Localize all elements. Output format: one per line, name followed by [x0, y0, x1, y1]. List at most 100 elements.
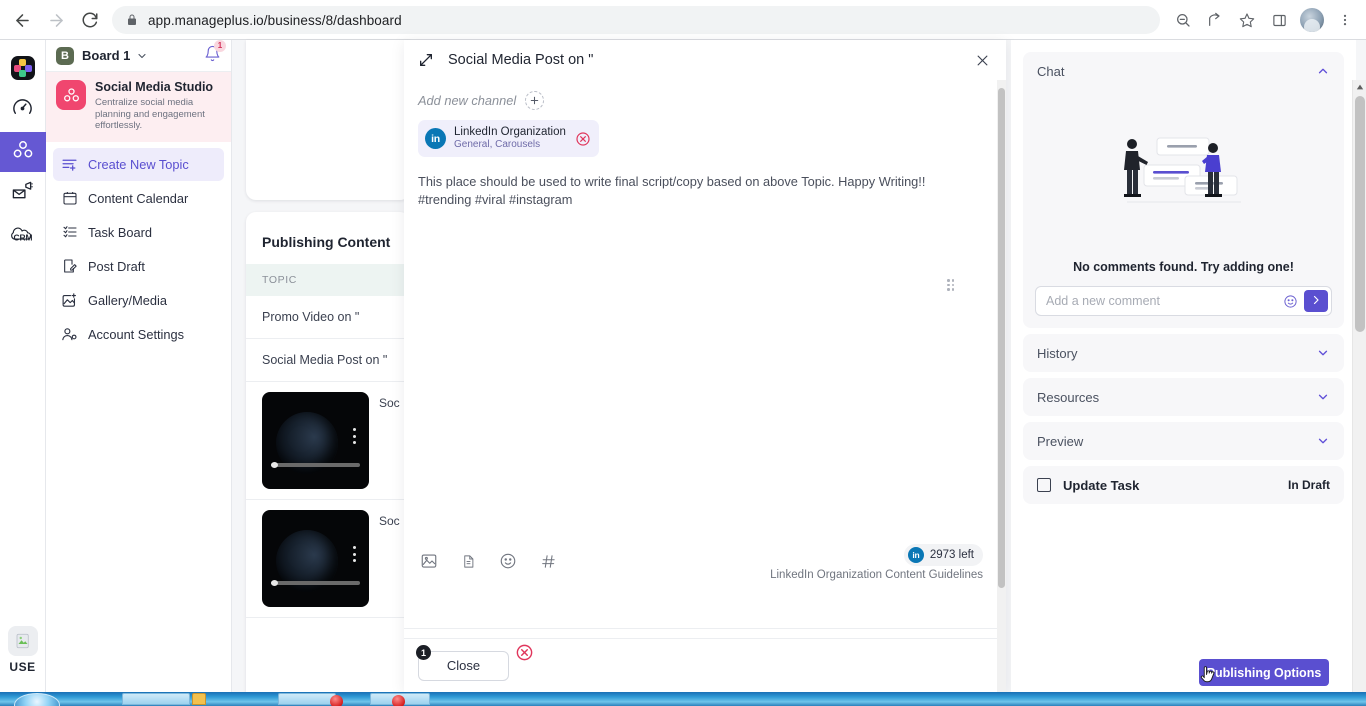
sidebar-item-gallery-media[interactable]: Gallery/Media — [53, 284, 224, 317]
notifications-button[interactable]: 1 — [204, 39, 226, 67]
modal-scrollbar-thumb[interactable] — [998, 88, 1005, 588]
video-progress-bar[interactable] — [271, 462, 360, 468]
close-x-icon[interactable] — [975, 53, 990, 68]
left-navigation-panel: B Board 1 1 Social Media Studio Centrali… — [46, 39, 232, 692]
section-header-chat[interactable]: Chat — [1023, 52, 1344, 90]
taskbar-app-icon[interactable] — [392, 695, 405, 706]
close-button[interactable]: Close — [418, 650, 509, 681]
board-badge: B — [56, 46, 74, 65]
board-selector[interactable]: B Board 1 1 — [46, 39, 231, 72]
start-button[interactable] — [14, 693, 60, 706]
table-row[interactable]: Soc — [246, 500, 410, 618]
two-people-chat-bubbles-illustration — [1035, 90, 1332, 260]
comment-input[interactable] — [1046, 294, 1283, 308]
post-editor-text[interactable]: This place should be used to write final… — [404, 157, 944, 209]
emoji-icon[interactable] — [499, 552, 517, 575]
molecule-icon — [11, 138, 35, 167]
document-icon[interactable] — [461, 553, 476, 575]
status-badge: In Draft — [1288, 478, 1330, 492]
zoom-out-icon[interactable] — [1168, 5, 1198, 35]
page-scrollbar-thumb[interactable] — [1355, 96, 1365, 332]
add-channel-row: Add new channel — [404, 80, 1006, 110]
chevron-up-icon[interactable] — [1316, 64, 1330, 78]
comment-input-box[interactable] — [1035, 286, 1332, 316]
speedometer-icon — [11, 96, 34, 124]
app-logo[interactable] — [0, 48, 46, 88]
account-settings-icon — [61, 326, 78, 343]
remove-circle-icon[interactable] — [575, 131, 591, 147]
hashtag-icon[interactable] — [540, 553, 557, 575]
chevron-down-icon[interactable] — [136, 50, 148, 62]
sidebar-item-content-calendar[interactable]: Content Calendar — [53, 182, 224, 215]
chat-empty-message: No comments found. Try adding one! — [1073, 260, 1294, 274]
topic-cell: Social Media Post on " — [262, 353, 388, 367]
editor-toolbar-row: in 2973 left LinkedIn Organization Conte… — [404, 542, 1006, 602]
video-thumbnail[interactable] — [262, 392, 369, 489]
sidebar-item-account-settings[interactable]: Account Settings — [53, 318, 224, 351]
rail-item-social-media-studio[interactable] — [0, 132, 46, 172]
reload-icon[interactable] — [74, 4, 106, 36]
side-panel-icon[interactable] — [1264, 5, 1294, 35]
profile-avatar[interactable] — [1300, 8, 1324, 32]
video-thumbnail[interactable] — [262, 510, 369, 607]
chevron-down-icon[interactable] — [1316, 390, 1330, 404]
rail-item-dashboard[interactable] — [0, 90, 46, 130]
create-topic-icon — [61, 156, 78, 173]
calendar-icon — [61, 190, 78, 207]
attachment-index-badge: 1 — [416, 645, 431, 660]
star-icon[interactable] — [1232, 5, 1262, 35]
section-title: History — [1037, 345, 1078, 361]
address-bar[interactable]: app.manageplus.io/business/8/dashboard — [112, 6, 1160, 34]
taskbar-app-icon[interactable] — [330, 695, 343, 706]
browser-nav-buttons — [0, 4, 106, 36]
section-header-preview[interactable]: Preview — [1023, 422, 1344, 460]
video-progress-bar[interactable] — [271, 580, 360, 586]
emoji-smiley-icon[interactable] — [1283, 294, 1298, 309]
rail-user-avatar[interactable] — [7, 626, 38, 656]
table-row[interactable]: Social Media Post on " — [246, 339, 410, 382]
kebab-menu-icon[interactable] — [1330, 5, 1360, 35]
back-arrow-icon[interactable] — [6, 4, 38, 36]
sidebar-item-post-draft[interactable]: Post Draft — [53, 250, 224, 283]
section-header-resources[interactable]: Resources — [1023, 378, 1344, 416]
taskbar-window[interactable] — [278, 693, 336, 705]
image-icon[interactable] — [420, 552, 438, 575]
channel-name: LinkedIn Organization — [454, 126, 566, 138]
publishing-content-column: Publishing Content TOPIC Promo Video on … — [240, 40, 410, 692]
address-bar-url: app.manageplus.io/business/8/dashboard — [148, 12, 402, 28]
sidebar-item-task-board[interactable]: Task Board — [53, 216, 224, 249]
rail-item-crm[interactable]: CRM — [0, 216, 46, 256]
sidebar-item-create-new-topic[interactable]: Create New Topic — [53, 147, 224, 181]
crm-cloud-icon: CRM — [8, 223, 38, 250]
section-header-history[interactable]: History — [1023, 334, 1344, 372]
section-title: Resources — [1037, 389, 1100, 405]
forward-arrow-icon[interactable] — [40, 4, 72, 36]
taskbar-window[interactable] — [122, 693, 190, 705]
content-guidelines-link[interactable]: LinkedIn Organization Content Guidelines — [770, 569, 983, 581]
os-taskbar — [0, 692, 1366, 706]
share-icon[interactable] — [1200, 5, 1230, 35]
molecule-icon — [56, 80, 86, 110]
drag-dots-icon[interactable] — [947, 279, 958, 291]
expand-diagonal-icon[interactable] — [418, 52, 434, 68]
page-scrollbar[interactable] — [1352, 80, 1366, 706]
modal-scrollbar[interactable] — [997, 80, 1006, 692]
rail-item-campaigns[interactable] — [0, 174, 46, 214]
channel-chip-linkedin[interactable]: in LinkedIn Organization General, Carous… — [418, 120, 599, 157]
update-task-row[interactable]: Update Task In Draft — [1023, 466, 1344, 504]
video-more-options-icon[interactable] — [353, 428, 356, 448]
section-history: History — [1023, 334, 1344, 372]
section-title: Chat — [1037, 63, 1065, 79]
taskbar-app-icon[interactable] — [192, 693, 206, 705]
checkbox-unchecked-icon[interactable] — [1037, 478, 1051, 492]
plus-icon[interactable] — [525, 91, 545, 110]
table-row[interactable]: Promo Video on " — [246, 296, 410, 339]
video-more-options-icon[interactable] — [353, 546, 356, 566]
delete-circle-icon[interactable] — [515, 643, 534, 662]
chevron-down-icon[interactable] — [1316, 434, 1330, 448]
chevron-down-icon[interactable] — [1316, 346, 1330, 360]
scroll-up-arrow-icon[interactable] — [1353, 80, 1366, 94]
publishing-options-button[interactable]: Publishing Options — [1199, 659, 1329, 686]
table-row[interactable]: Soc — [246, 382, 410, 500]
send-comment-button[interactable] — [1304, 290, 1328, 312]
